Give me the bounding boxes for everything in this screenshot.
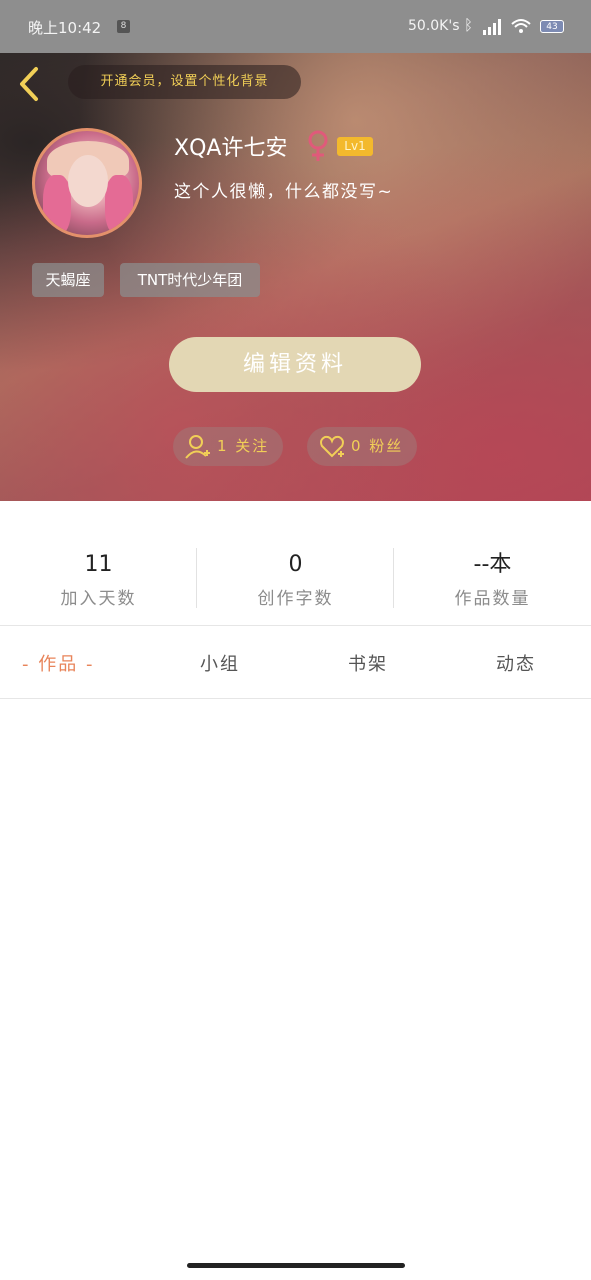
stat-value: 0 — [288, 552, 303, 577]
status-time: 晚上10:42 — [28, 19, 102, 37]
stat-label: 作品数量 — [454, 589, 531, 609]
tab-bookshelf[interactable]: 书架 — [348, 650, 388, 676]
bio: 这个人很懒，什么都没写~ — [174, 182, 394, 202]
back-arrow-icon[interactable] — [16, 66, 44, 102]
stat-works-count: --本 作品数量 — [394, 550, 591, 609]
female-gender-icon — [308, 130, 328, 161]
avatar-hair-left — [43, 175, 71, 235]
bluetooth-icon: ᛒ — [464, 16, 474, 34]
vip-banner[interactable]: 开通会员，设置个性化背景 — [68, 65, 301, 99]
tag-zodiac: 天蝎座 — [32, 263, 104, 297]
level-badge: Lv1 — [337, 137, 373, 156]
username: XQA许七安 — [174, 136, 288, 161]
followers-button[interactable]: 0 粉丝 — [307, 427, 417, 466]
status-bar: 晚上10:42 8 50.0K's ᛒ 43 — [0, 0, 591, 53]
edit-profile-button[interactable]: 编辑资料 — [169, 337, 421, 392]
avatar-face — [68, 155, 108, 207]
divider — [0, 698, 591, 699]
avatar-hair-right — [105, 175, 133, 235]
stat-join-days: 11 加入天数 — [0, 550, 197, 609]
home-indicator[interactable] — [187, 1263, 405, 1268]
following-label: 1 关注 — [217, 437, 270, 455]
wifi-icon — [511, 19, 531, 33]
battery-icon: 43 — [540, 20, 564, 33]
tag-fandom: TNT时代少年团 — [120, 263, 260, 297]
followers-label: 0 粉丝 — [351, 437, 404, 455]
tab-groups[interactable]: 小组 — [200, 650, 240, 676]
tab-activity[interactable]: 动态 — [496, 650, 536, 676]
signal-icon — [483, 19, 501, 35]
notification-badge: 8 — [117, 20, 130, 33]
user-add-icon — [185, 435, 210, 459]
stat-word-count: 0 创作字数 — [197, 550, 394, 609]
following-button[interactable]: 1 关注 — [173, 427, 283, 466]
stat-label: 创作字数 — [257, 589, 334, 609]
network-speed: 50.0K's — [408, 18, 460, 34]
avatar[interactable] — [32, 128, 142, 238]
stat-label: 加入天数 — [60, 589, 137, 609]
heart-icon — [320, 435, 344, 458]
tab-works[interactable]: - 作品 - — [22, 650, 94, 676]
stat-value: --本 — [473, 552, 512, 577]
stat-value: 11 — [84, 552, 113, 577]
divider — [0, 625, 591, 626]
